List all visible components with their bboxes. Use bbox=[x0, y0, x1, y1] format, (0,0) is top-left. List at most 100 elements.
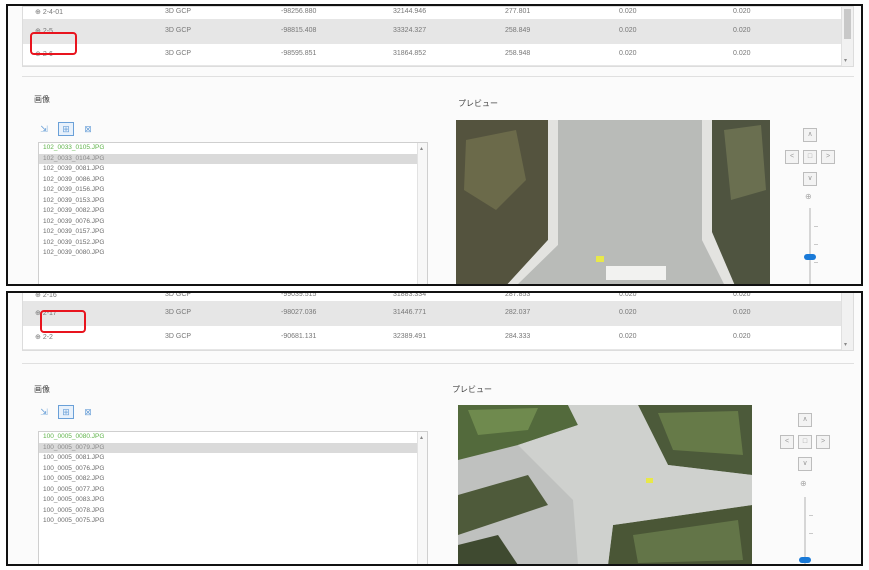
table-row[interactable]: ⊕ 2-2 3D GCP -90681.131 32389.491 284.33… bbox=[23, 326, 853, 350]
cell-accuracy-h: 0.020 bbox=[619, 291, 637, 298]
divider bbox=[22, 363, 854, 364]
table-row-partial[interactable]: ⊕ 2-16 3D GCP -99039.515 31883.334 287.8… bbox=[23, 291, 853, 302]
preview-heading: プレビュー bbox=[458, 99, 498, 108]
file-list-item[interactable]: 102_0039_0076.JPG bbox=[39, 217, 427, 228]
file-list-item[interactable]: 100_0005_0080.JPG bbox=[39, 432, 427, 443]
file-list-item[interactable]: 100_0005_0081.JPG bbox=[39, 453, 427, 464]
point-icon: ⊕ 2-2 bbox=[35, 334, 53, 341]
cell-y: 31864.852 bbox=[393, 50, 427, 57]
table-scrollbar[interactable]: ▾ bbox=[841, 293, 853, 350]
file-list-item[interactable]: 100_0005_0082.JPG bbox=[39, 474, 427, 485]
file-list-item[interactable]: 102_0033_0104.JPG bbox=[39, 153, 427, 164]
table-row[interactable]: ⊕ 2-4-01 3D GCP -98256.880 32144.946 277… bbox=[23, 7, 853, 20]
file-list-item[interactable]: 102_0039_0086.JPG bbox=[39, 175, 427, 186]
file-list-item[interactable]: 102_0039_0152.JPG bbox=[39, 238, 427, 249]
file-list-item[interactable]: 102_0039_0081.JPG bbox=[39, 164, 427, 175]
zoom-icon: ⊕ bbox=[805, 192, 812, 201]
file-list-item[interactable]: 100_0005_0075.JPG bbox=[39, 516, 427, 527]
cell-type: 3D GCP bbox=[165, 8, 192, 15]
frame-tool-icon[interactable]: ⊠ bbox=[80, 405, 96, 419]
zoom-slider-knob[interactable] bbox=[804, 254, 816, 260]
aerial-photo-bottom bbox=[458, 405, 752, 564]
preview-image[interactable] bbox=[456, 120, 770, 284]
pan-down-button[interactable]: ∨ bbox=[803, 172, 817, 186]
cell-accuracy-v: 0.020 bbox=[733, 8, 751, 15]
cell-type: 3D GCP bbox=[165, 333, 192, 340]
cell-accuracy-h: 0.020 bbox=[619, 8, 637, 15]
highlight-box bbox=[30, 32, 77, 55]
cell-y: 31446.771 bbox=[393, 309, 427, 316]
cell-type: 3D GCP bbox=[165, 50, 192, 57]
cell-x: -98256.880 bbox=[281, 8, 317, 15]
cell-x: -98595.851 bbox=[281, 50, 317, 57]
cell-z: 258.849 bbox=[505, 27, 531, 34]
images-heading: 画像 bbox=[34, 385, 50, 394]
cell-accuracy-h: 0.020 bbox=[619, 27, 637, 34]
scroll-down-icon[interactable]: ▾ bbox=[844, 57, 847, 64]
highlight-box bbox=[40, 310, 86, 333]
cell-x: -98815.408 bbox=[281, 27, 317, 34]
file-list-item[interactable]: 100_0005_0079.JPG bbox=[39, 442, 427, 453]
zoom-icon: ⊕ bbox=[800, 479, 807, 488]
gcp-panel-bottom: ⊕ 2-16 3D GCP -99039.515 31883.334 287.8… bbox=[6, 291, 863, 566]
table-row-selected[interactable]: ⊕ 2-5 3D GCP -98815.408 33324.327 258.84… bbox=[23, 20, 853, 44]
file-list-scrollbar[interactable]: ▴ bbox=[417, 432, 427, 564]
scroll-down-icon[interactable]: ▾ bbox=[844, 341, 847, 348]
scroll-up-icon[interactable]: ▴ bbox=[420, 434, 423, 441]
frame-tool-icon[interactable]: ⊠ bbox=[80, 122, 96, 136]
center-button[interactable]: □ bbox=[803, 150, 817, 164]
grid-tool-icon[interactable]: ⊞ bbox=[58, 405, 74, 419]
cell-type: 3D GCP bbox=[165, 309, 192, 316]
file-list-item[interactable]: 100_0005_0083.JPG bbox=[39, 495, 427, 506]
file-list-item[interactable]: 100_0005_0076.JPG bbox=[39, 464, 427, 475]
pan-right-button[interactable]: > bbox=[816, 435, 830, 449]
center-button[interactable]: □ bbox=[798, 435, 812, 449]
image-file-list[interactable]: 102_0033_0105.JPG 102_0033_0104.JPG 102_00… bbox=[38, 142, 428, 284]
file-list-item[interactable]: 100_0005_0077.JPG bbox=[39, 485, 427, 496]
cell-accuracy-h: 0.020 bbox=[619, 333, 637, 340]
file-list-item[interactable]: 102_0039_0157.JPG bbox=[39, 227, 427, 238]
cell-type: 3D GCP bbox=[165, 291, 192, 298]
scroll-up-icon[interactable]: ▴ bbox=[420, 145, 423, 152]
divider bbox=[22, 76, 854, 77]
file-list-item[interactable]: 102_0039_0082.JPG bbox=[39, 206, 427, 217]
zoom-slider[interactable] bbox=[809, 208, 811, 284]
navigation-controls: ∧ < □ > ∨ ⊕ bbox=[778, 126, 848, 284]
zoom-slider[interactable] bbox=[804, 497, 806, 564]
pan-down-button[interactable]: ∨ bbox=[798, 457, 812, 471]
table-row[interactable]: ⊕ 2-6 3D GCP -98595.851 31864.852 258.94… bbox=[23, 44, 853, 66]
cell-z: 258.948 bbox=[505, 50, 531, 57]
pan-left-button[interactable]: < bbox=[780, 435, 794, 449]
images-heading: 画像 bbox=[34, 95, 50, 104]
file-list-item[interactable]: 102_0033_0105.JPG bbox=[39, 143, 427, 154]
cell-z: 284.333 bbox=[505, 333, 531, 340]
cell-z: 282.037 bbox=[505, 309, 531, 316]
cell-x: -99039.515 bbox=[281, 291, 317, 298]
cell-accuracy-v: 0.020 bbox=[733, 333, 751, 340]
file-list-item[interactable]: 102_0039_0153.JPG bbox=[39, 196, 427, 207]
fit-tool-icon[interactable]: ⇲ bbox=[36, 122, 52, 136]
pan-up-button[interactable]: ∧ bbox=[803, 128, 817, 142]
preview-image[interactable] bbox=[458, 405, 752, 564]
pan-right-button[interactable]: > bbox=[821, 150, 835, 164]
file-list-item[interactable]: 102_0039_0156.JPG bbox=[39, 185, 427, 196]
file-list-item[interactable]: 102_0039_0080.JPG bbox=[39, 248, 427, 259]
grid-tool-icon[interactable]: ⊞ bbox=[58, 122, 74, 136]
preview-heading: プレビュー bbox=[452, 385, 492, 394]
scrollbar-thumb[interactable] bbox=[844, 9, 851, 39]
aerial-photo-top bbox=[456, 120, 770, 284]
pan-up-button[interactable]: ∧ bbox=[798, 413, 812, 427]
image-file-list[interactable]: 100_0005_0080.JPG 100_0005_0079.JPG 100_00… bbox=[38, 431, 428, 564]
zoom-slider-knob[interactable] bbox=[799, 557, 811, 563]
slider-tick bbox=[809, 515, 813, 516]
cell-y: 32389.491 bbox=[393, 333, 427, 340]
table-scrollbar[interactable]: ▾ bbox=[841, 7, 853, 66]
table-row-selected[interactable]: ⊕ 2-17 3D GCP -98027.036 31446.771 282.0… bbox=[23, 302, 853, 326]
slider-tick bbox=[814, 244, 818, 245]
cell-y: 32144.946 bbox=[393, 8, 427, 15]
fit-tool-icon[interactable]: ⇲ bbox=[36, 405, 52, 419]
pan-left-button[interactable]: < bbox=[785, 150, 799, 164]
file-list-scrollbar[interactable]: ▴ bbox=[417, 143, 427, 284]
cell-y: 33324.327 bbox=[393, 27, 427, 34]
file-list-item[interactable]: 100_0005_0078.JPG bbox=[39, 506, 427, 517]
